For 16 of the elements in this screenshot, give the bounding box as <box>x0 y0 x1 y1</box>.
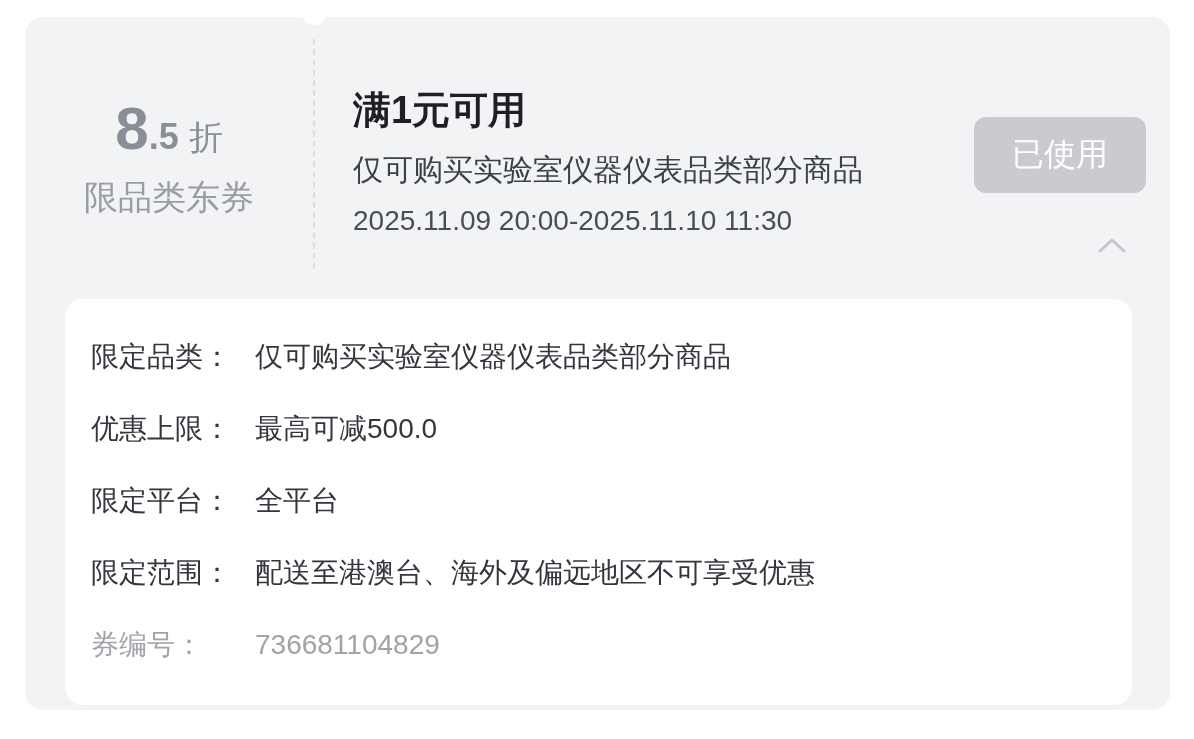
detail-label: 优惠上限： <box>91 412 232 446</box>
detail-value: 仅可购买实验室仪器仪表品类部分商品 <box>255 340 731 374</box>
coupon-title: 满1元可用 <box>353 88 528 133</box>
coupon-type: 限品类东券 <box>84 177 254 218</box>
detail-label: 限定品类： <box>91 340 232 374</box>
detail-value: 全平台 <box>255 484 339 518</box>
validity-period: 2025.11.09 20:00-2025.11.10 11:30 <box>353 205 794 237</box>
detail-value: 配送至港澳台、海外及偏远地区不可享受优惠 <box>255 556 815 590</box>
detail-value: 736681104829 <box>255 628 440 662</box>
detail-value: 最高可减500.0 <box>255 412 438 446</box>
collapse-icon[interactable] <box>1098 237 1126 253</box>
discount-amount: 8.5 折 <box>115 99 223 161</box>
coupon-scope: 仅可购买实验室仪器仪表品类部分商品 <box>353 152 864 188</box>
detail-label: 券编号： <box>91 628 204 662</box>
detail-label: 限定平台： <box>91 484 232 518</box>
detail-label: 限定范围： <box>91 556 232 590</box>
